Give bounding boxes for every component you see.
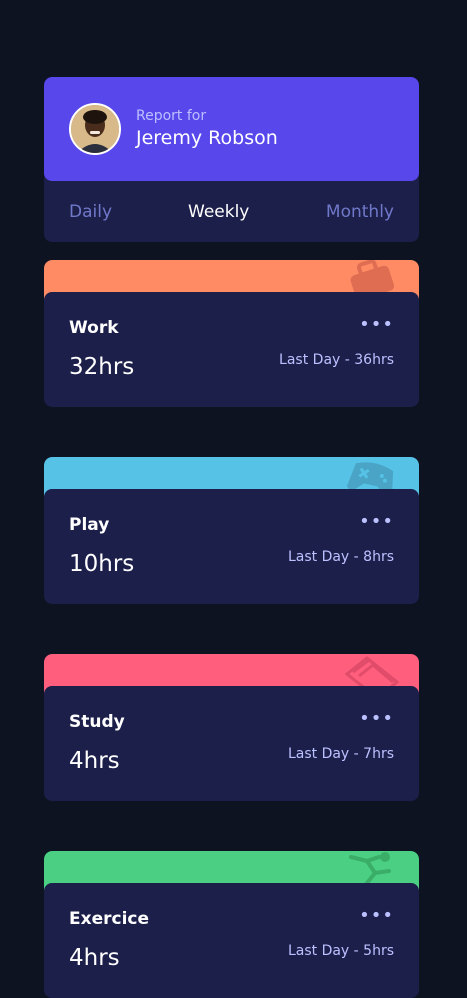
- card-hours: 4hrs: [69, 748, 120, 774]
- card-body[interactable]: Exercice ••• 4hrs Last Day - 5hrs: [44, 883, 419, 998]
- profile-header: Report for Jeremy Robson: [44, 77, 419, 181]
- profile-card: Report for Jeremy Robson Daily Weekly Mo…: [44, 77, 419, 242]
- ellipsis-icon[interactable]: •••: [359, 710, 394, 728]
- activity-card-play: Play ••• 10hrs Last Day - 8hrs: [44, 457, 419, 604]
- card-title: Exercice: [69, 909, 150, 929]
- card-previous: Last Day - 5hrs: [287, 943, 394, 959]
- ellipsis-icon[interactable]: •••: [359, 513, 394, 531]
- card-hours: 10hrs: [69, 551, 135, 577]
- card-hours: 32hrs: [69, 354, 135, 380]
- activity-card-exercise: Exercice ••• 4hrs Last Day - 5hrs: [44, 851, 419, 998]
- timeframe-tabs: Daily Weekly Monthly: [44, 181, 419, 242]
- card-body[interactable]: Study ••• 4hrs Last Day - 7hrs: [44, 686, 419, 801]
- report-for-label: Report for: [136, 108, 207, 124]
- card-title: Work: [69, 318, 119, 338]
- ellipsis-icon[interactable]: •••: [359, 316, 394, 334]
- avatar: [69, 103, 121, 155]
- card-body[interactable]: Work ••• 32hrs Last Day - 36hrs: [44, 292, 419, 407]
- user-name: Jeremy Robson: [136, 127, 278, 149]
- card-title: Play: [69, 515, 110, 535]
- card-body[interactable]: Play ••• 10hrs Last Day - 8hrs: [44, 489, 419, 604]
- ellipsis-icon[interactable]: •••: [359, 907, 394, 925]
- card-previous: Last Day - 36hrs: [279, 352, 394, 368]
- card-previous: Last Day - 7hrs: [287, 746, 394, 762]
- activity-card-study: Study ••• 4hrs Last Day - 7hrs: [44, 654, 419, 801]
- card-hours: 4hrs: [69, 945, 120, 971]
- tab-monthly[interactable]: Monthly: [326, 202, 394, 222]
- tab-daily[interactable]: Daily: [69, 202, 112, 222]
- tab-weekly[interactable]: Weekly: [188, 202, 249, 222]
- card-previous: Last Day - 8hrs: [287, 549, 394, 565]
- card-title: Study: [69, 712, 125, 732]
- activity-card-work: Work ••• 32hrs Last Day - 36hrs: [44, 260, 419, 407]
